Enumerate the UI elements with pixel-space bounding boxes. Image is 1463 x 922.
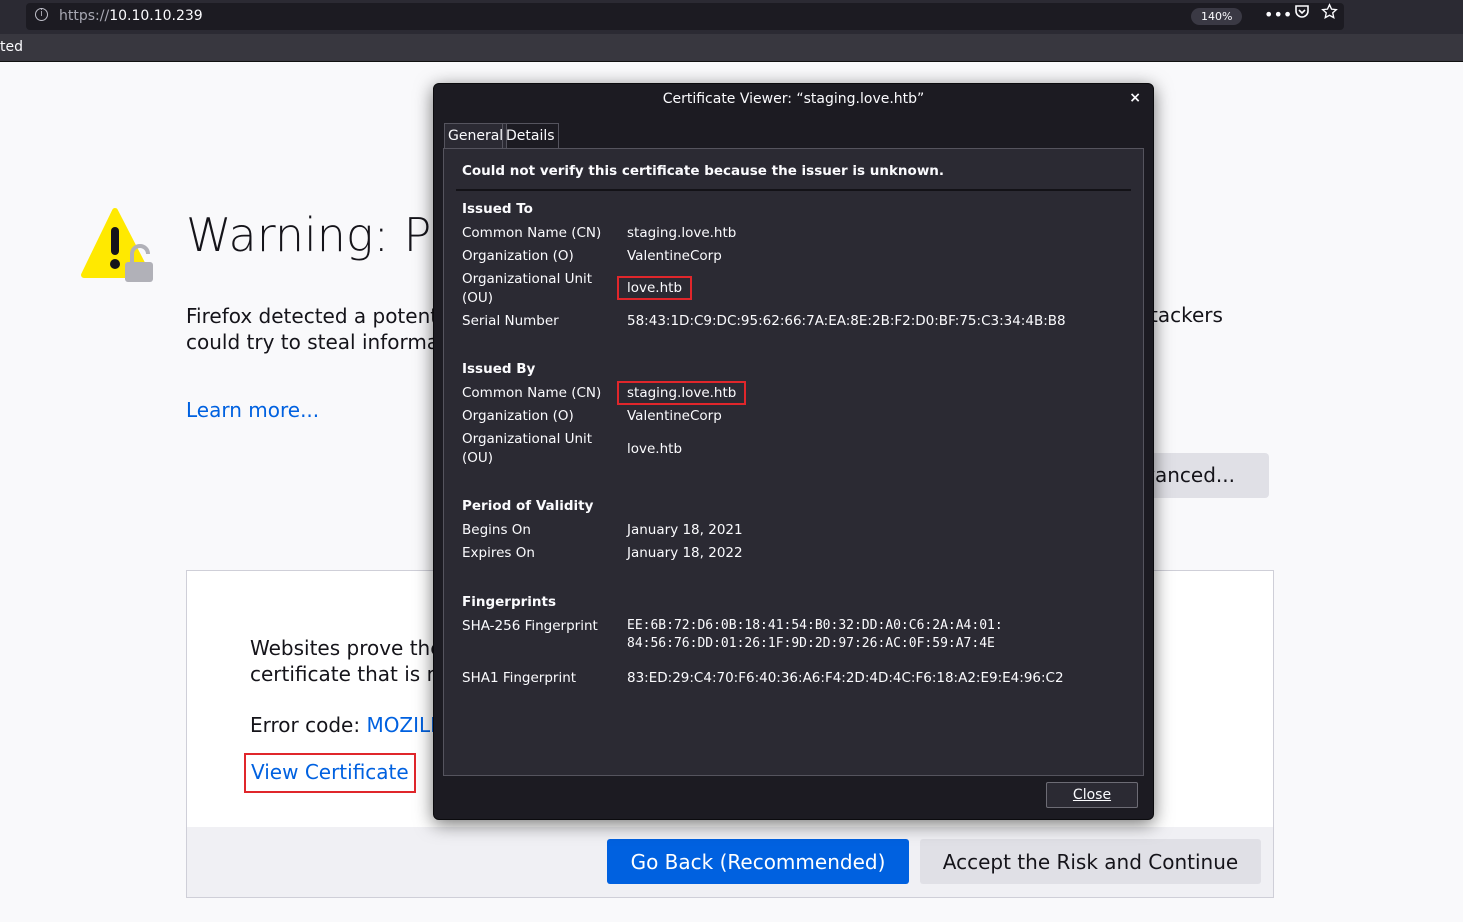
strip-text: ted xyxy=(0,39,23,55)
certificate-viewer-dialog: Certificate Viewer: “staging.love.htb” ×… xyxy=(433,83,1154,820)
error-code: Error code: MOZILL xyxy=(250,713,441,737)
issued-by-ou-label-1: Organizational Unit xyxy=(462,431,593,447)
pocket-icon[interactable] xyxy=(1294,3,1310,23)
verification-warning: Could not verify this certificate becaus… xyxy=(462,163,945,179)
sha1-label: SHA1 Fingerprint xyxy=(462,670,577,686)
zoom-indicator[interactable]: 140% xyxy=(1191,8,1243,25)
issued-by-cn-value: staging.love.htb xyxy=(616,381,747,405)
issued-to-o-label: Organization (O) xyxy=(462,248,574,264)
issued-by-o-label: Organization (O) xyxy=(462,408,574,424)
issued-to-cn-label: Common Name (CN) xyxy=(462,225,602,241)
panel-line-2: certificate that is no xyxy=(250,662,452,686)
issued-to-ou-highlight: love.htb xyxy=(616,276,693,300)
error-code-link[interactable]: MOZILL xyxy=(366,713,441,737)
sha256-line-2: 84:56:76:DD:01:26:1F:9D:2D:97:26:AC:0F:5… xyxy=(627,636,995,651)
intro-text: Firefox detected a potentia could try to… xyxy=(186,303,456,355)
issued-by-ou-value: love.htb xyxy=(627,441,683,457)
general-tab-panel: Could not verify this certificate becaus… xyxy=(443,148,1144,776)
issued-to-cn-value: staging.love.htb xyxy=(627,225,737,241)
tab-details-label: Details xyxy=(506,128,555,144)
fingerprints-heading: Fingerprints xyxy=(462,594,556,610)
expires-on-label: Expires On xyxy=(462,545,535,561)
error-code-label: Error code: xyxy=(250,713,367,737)
separator xyxy=(456,189,1131,191)
begins-on-value: January 18, 2021 xyxy=(627,522,743,538)
issued-by-cn-label: Common Name (CN) xyxy=(462,385,602,401)
browser-toolbar: i https://10.10.10.239 140% ••• xyxy=(0,0,1463,34)
tab-general-label: General xyxy=(448,128,504,144)
url-protocol: https:// xyxy=(59,8,110,24)
issued-by-o-value: ValentineCorp xyxy=(627,408,722,424)
panel-text: Websites prove the certificate that is n… xyxy=(250,635,452,687)
begins-on-label: Begins On xyxy=(462,522,531,538)
view-certificate-link[interactable]: View Certificate xyxy=(244,753,416,793)
issued-to-ou-label-2: (OU) xyxy=(462,290,494,306)
issued-by-cn-highlight: staging.love.htb xyxy=(616,381,747,405)
close-button[interactable]: Close xyxy=(1046,782,1138,808)
expires-on-value: January 18, 2022 xyxy=(627,545,743,561)
dialog-title: Certificate Viewer: “staging.love.htb” xyxy=(662,91,925,107)
issued-to-ou-label-1: Organizational Unit xyxy=(462,271,593,287)
learn-more-link[interactable]: Learn more... xyxy=(186,398,319,422)
issued-by-heading: Issued By xyxy=(462,361,536,377)
issued-by-ou-label-2: (OU) xyxy=(462,450,494,466)
intro-line-1: Firefox detected a potentia xyxy=(186,304,456,328)
tab-general[interactable]: General xyxy=(444,123,508,149)
accept-risk-button[interactable]: Accept the Risk and Continue xyxy=(920,839,1261,884)
issued-to-heading: Issued To xyxy=(462,201,533,217)
tab-details[interactable]: Details xyxy=(502,123,559,149)
issued-to-o-value: ValentineCorp xyxy=(627,248,722,264)
bookmark-star-icon[interactable] xyxy=(1321,3,1338,24)
serial-number-value: 58:43:1D:C9:DC:95:62:66:7A:EA:8E:2B:F2:D… xyxy=(627,313,1066,329)
warning-lock-icon xyxy=(81,208,153,282)
issued-to-ou-value: love.htb xyxy=(616,276,693,300)
sha256-label: SHA-256 Fingerprint xyxy=(462,618,598,634)
validity-heading: Period of Validity xyxy=(462,498,594,514)
close-icon[interactable]: × xyxy=(1129,90,1141,106)
panel-line-1: Websites prove the xyxy=(250,636,443,660)
info-icon[interactable]: i xyxy=(35,8,48,21)
intro-text-right: tackers xyxy=(1150,303,1223,327)
sha256-line-1: EE:6B:72:D6:0B:18:41:54:B0:32:DD:A0:C6:2… xyxy=(627,618,1003,633)
more-icon[interactable]: ••• xyxy=(1264,5,1292,24)
intro-line-2: could try to steal informat xyxy=(186,330,447,354)
notification-strip: ted xyxy=(0,34,1463,62)
serial-number-label: Serial Number xyxy=(462,313,559,329)
url-host: 10.10.10.239 xyxy=(109,8,203,24)
button-bar: Go Back (Recommended) Accept the Risk an… xyxy=(187,827,1273,897)
sha1-value: 83:ED:29:C4:70:F6:40:36:A6:F4:2D:4D:4C:F… xyxy=(627,670,1064,686)
go-back-button[interactable]: Go Back (Recommended) xyxy=(607,839,909,884)
url-bar[interactable]: i https://10.10.10.239 140% xyxy=(26,3,1344,30)
url-text[interactable]: https://10.10.10.239 xyxy=(59,8,203,24)
close-button-label: Close xyxy=(1072,787,1112,803)
